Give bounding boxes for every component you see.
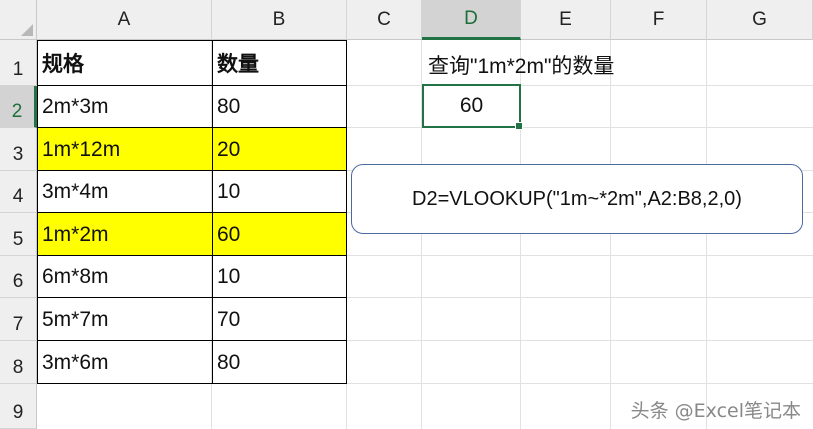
select-all-triangle-icon [21, 24, 33, 36]
fill-handle[interactable] [515, 122, 523, 130]
header-cell-spec[interactable]: 规格 [37, 40, 212, 86]
row-header-5[interactable]: 5 [0, 213, 37, 256]
column-header-g[interactable]: G [707, 0, 813, 40]
formula-callout: D2=VLOOKUP("1m~*2m",A2:B8,2,0) [351, 164, 803, 234]
table-border [37, 170, 347, 171]
column-header-f[interactable]: F [611, 0, 707, 40]
table-cell-spec[interactable]: 3m*4m [37, 171, 212, 213]
table-border [37, 383, 347, 384]
table-cell-qty[interactable]: 10 [212, 171, 347, 213]
table-cell-spec[interactable]: 1m*12m [37, 128, 212, 171]
row-header-6[interactable]: 6 [0, 256, 37, 298]
row-header-7[interactable]: 7 [0, 298, 37, 341]
table-cell-spec[interactable]: 5m*7m [37, 298, 212, 341]
table-cell-spec[interactable]: 2m*3m [37, 86, 212, 128]
table-border [37, 40, 38, 384]
table-border [212, 40, 213, 384]
table-border [37, 255, 347, 256]
table-cell-qty[interactable]: 70 [212, 298, 347, 341]
spreadsheet: ABCDEFG 123456789 规格 数量 2m*3m 80 1m*12m 20 3m*… [0, 0, 813, 429]
row-header-3[interactable]: 3 [0, 128, 37, 171]
table-cell-spec[interactable]: 3m*6m [37, 341, 212, 384]
watermark: 头条 @Excel笔记本 [630, 400, 801, 422]
column-header-a[interactable]: A [37, 0, 212, 40]
table-cell-qty[interactable]: 80 [212, 86, 347, 128]
formula-text: D2=VLOOKUP("1m~*2m",A2:B8,2,0) [412, 187, 742, 210]
table-border [37, 340, 347, 341]
row-header-2[interactable]: 2 [0, 86, 37, 128]
result-value: 60 [459, 94, 484, 117]
select-all-corner[interactable] [0, 0, 37, 40]
table-cell-spec[interactable]: 1m*2m [37, 213, 212, 256]
column-header-b[interactable]: B [212, 0, 347, 40]
column-header-e[interactable]: E [521, 0, 611, 40]
table-cell-qty[interactable]: 60 [212, 213, 347, 256]
table-cell-qty[interactable]: 20 [212, 128, 347, 171]
table-border [37, 127, 347, 128]
column-header-c[interactable]: C [347, 0, 422, 40]
row-header-8[interactable]: 8 [0, 341, 37, 384]
table-border [37, 297, 347, 298]
table-cell-qty[interactable]: 80 [212, 341, 347, 384]
table-cell-qty[interactable]: 10 [212, 256, 347, 298]
gridline [706, 40, 707, 429]
result-cell-d2[interactable]: 60 [422, 84, 523, 130]
table-border [346, 40, 347, 384]
table-border [37, 85, 347, 86]
column-header-d[interactable]: D [422, 0, 521, 40]
table-cell-spec[interactable]: 6m*8m [37, 256, 212, 298]
row-header-4[interactable]: 4 [0, 171, 37, 213]
header-cell-qty[interactable]: 数量 [212, 40, 347, 86]
table-border [37, 40, 347, 41]
query-label-cell[interactable]: 查询"1m*2m"的数量 [422, 44, 614, 86]
row-header-9[interactable]: 9 [0, 384, 37, 429]
gridline [610, 40, 611, 429]
table-border [37, 212, 347, 213]
row-header-1[interactable]: 1 [0, 40, 37, 86]
